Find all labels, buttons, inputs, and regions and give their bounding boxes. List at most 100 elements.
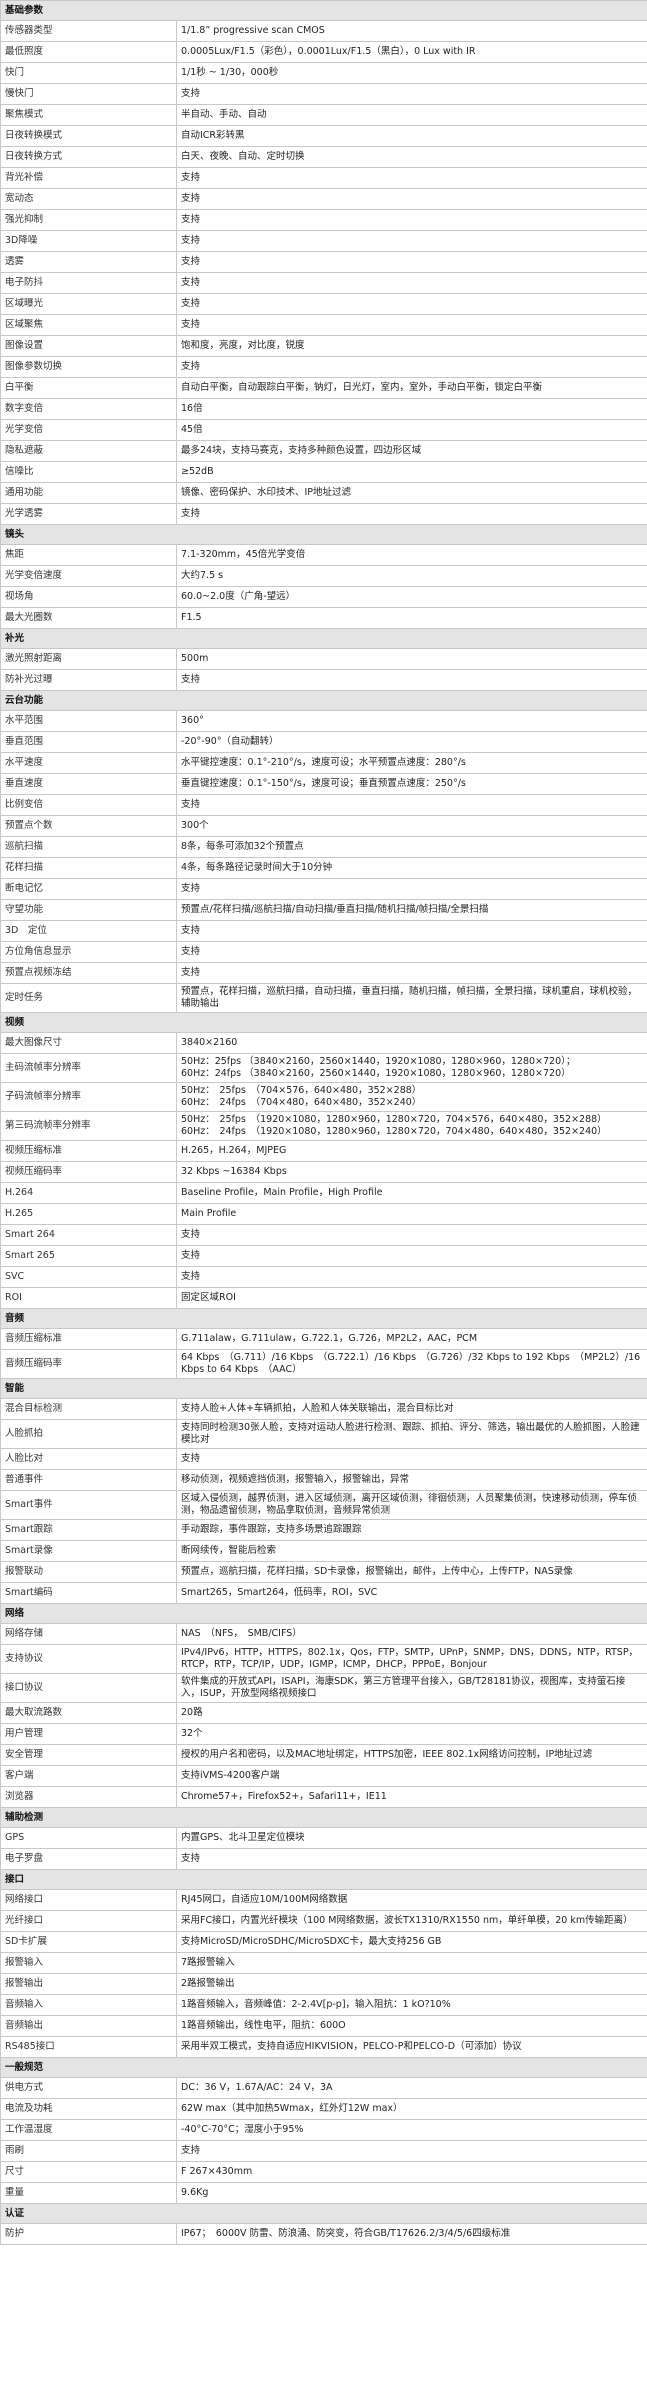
spec-row: 预置点个数 300个 (0, 815, 647, 837)
spec-table: 基础参数 传感器类型 1/1.8” progressive scan CMOS 最低照… (0, 0, 647, 2245)
spec-row: Smart录像 断网续传，智能后检索 (0, 1540, 647, 1562)
spec-row: 强光抑制 支持 (0, 209, 647, 231)
spec-label: 隐私遮蔽 (0, 440, 177, 462)
spec-label: 视频压缩标准 (0, 1140, 177, 1162)
spec-label: 信噪比 (0, 461, 177, 483)
spec-label: 人脸比对 (0, 1448, 177, 1470)
spec-row: 网络接口 RJ45网口，自适应10M/100M网络数据 (0, 1889, 647, 1911)
spec-value: 支持 (175, 920, 647, 942)
spec-value: 饱和度，亮度，对比度，锐度 (175, 335, 647, 357)
spec-value: IPv4/IPv6，HTTP，HTTPS，802.1x，Qos，FTP，SMTP… (175, 1644, 647, 1674)
spec-value: Chrome57+，Firefox52+，Safari11+，IE11 (175, 1786, 647, 1808)
section-header: 一般规范 (0, 2057, 647, 2078)
spec-row: 数字变倍 16倍 (0, 398, 647, 420)
spec-row: 守望功能 预置点/花样扫描/巡航扫描/自动扫描/垂直扫描/随机扫描/帧扫描/全景扫… (0, 899, 647, 921)
spec-value: 支持 (175, 1245, 647, 1267)
spec-row: 垂直范围 -20°-90°（自动翻转） (0, 731, 647, 753)
spec-label: 区域聚焦 (0, 314, 177, 336)
section-header: 智能 (0, 1378, 647, 1399)
spec-label: 光学变倍速度 (0, 565, 177, 587)
spec-value: 1/1.8” progressive scan CMOS (175, 20, 647, 42)
spec-label: 视频压缩码率 (0, 1161, 177, 1183)
spec-label: 电子罗盘 (0, 1848, 177, 1870)
spec-row: 日夜转换方式 白天、夜晚、自动、定时切换 (0, 146, 647, 168)
spec-label: 网络接口 (0, 1889, 177, 1911)
spec-label: 接口协议 (0, 1673, 177, 1703)
spec-value: ≥52dB (175, 461, 647, 483)
spec-label: 宽动态 (0, 188, 177, 210)
spec-row: 支持协议 IPv4/IPv6，HTTP，HTTPS，802.1x，Qos，FTP，… (0, 1644, 647, 1674)
spec-label: 3D降噪 (0, 230, 177, 252)
spec-value: 垂直键控速度：0.1°-150°/s，速度可设；垂直预置点速度：250°/s (175, 773, 647, 795)
spec-label: 垂直范围 (0, 731, 177, 753)
spec-value: 支持 (175, 167, 647, 189)
spec-row: 定时任务 预置点，花样扫描，巡航扫描，自动扫描，垂直扫描，随机扫描，帧扫描，全景扫… (0, 983, 647, 1013)
spec-label: 图像参数切换 (0, 356, 177, 378)
spec-row: 视频压缩标准 H.265，H.264，MJPEG (0, 1140, 647, 1162)
spec-label: 子码流帧率分辨率 (0, 1082, 177, 1112)
spec-label: 强光抑制 (0, 209, 177, 231)
spec-label: 焦距 (0, 544, 177, 566)
spec-value: 300个 (175, 815, 647, 837)
spec-value: 50Hz： 25fps （704×576，640×480，352×288） 60… (175, 1082, 647, 1112)
spec-value: 支持 (175, 251, 647, 273)
spec-row: 音频输出 1路音频输出，线性电平，阻抗：600O (0, 2015, 647, 2037)
spec-value: 支持 (175, 794, 647, 816)
spec-row: 最低照度 0.0005Lux/F1.5（彩色），0.0001Lux/F1.5（黑白… (0, 41, 647, 63)
spec-value: 大约7.5 s (175, 565, 647, 587)
section-header: 云台功能 (0, 690, 647, 711)
spec-label: 比例变倍 (0, 794, 177, 816)
spec-label: 混合目标检测 (0, 1398, 177, 1420)
spec-label: 传感器类型 (0, 20, 177, 42)
section-header: 辅助检测 (0, 1807, 647, 1828)
section-header: 补光 (0, 628, 647, 649)
spec-label: 支持协议 (0, 1644, 177, 1674)
spec-row: 花样扫描 4条，每条路径记录时间大于10分钟 (0, 857, 647, 879)
spec-label: H.264 (0, 1182, 177, 1204)
spec-row: 视场角 60.0~2.0度（广角-望远） (0, 586, 647, 608)
spec-value: 支持iVMS-4200客户端 (175, 1765, 647, 1787)
spec-row: 光学变倍速度 大约7.5 s (0, 565, 647, 587)
spec-value: 镜像、密码保护、水印技术、IP地址过滤 (175, 482, 647, 504)
spec-label: 激光照射距离 (0, 648, 177, 670)
spec-label: 透雾 (0, 251, 177, 273)
spec-label: 客户端 (0, 1765, 177, 1787)
spec-label: 快门 (0, 62, 177, 84)
spec-row: 焦距 7.1-320mm，45倍光学变倍 (0, 544, 647, 566)
spec-label: 报警输出 (0, 1973, 177, 1995)
spec-value: 20路 (175, 1702, 647, 1724)
spec-label: 主码流帧率分辨率 (0, 1053, 177, 1083)
spec-row: 尺寸 F 267×430mm (0, 2161, 647, 2183)
spec-label: 电子防抖 (0, 272, 177, 294)
spec-row: H.265 Main Profile (0, 1203, 647, 1225)
spec-row: 方位角信息显示 支持 (0, 941, 647, 963)
spec-row: Smart 265 支持 (0, 1245, 647, 1267)
section-title: 云台功能 (0, 690, 647, 711)
spec-label: 光学变倍 (0, 419, 177, 441)
spec-value: 半自动、手动、自动 (175, 104, 647, 126)
spec-row: 人脸抓拍 支持同时检测30张人脸，支持对运动人脸进行检测、跟踪、抓拍、评分、筛选，… (0, 1419, 647, 1449)
spec-row: 传感器类型 1/1.8” progressive scan CMOS (0, 20, 647, 42)
spec-row: 3D降噪 支持 (0, 230, 647, 252)
spec-label: 区域曝光 (0, 293, 177, 315)
spec-label: RS485接口 (0, 2036, 177, 2058)
section-header: 基础参数 (0, 0, 647, 21)
spec-label: 光学透雾 (0, 503, 177, 525)
section-title: 智能 (0, 1378, 647, 1399)
spec-label: SVC (0, 1266, 177, 1288)
spec-label: 音频输入 (0, 1994, 177, 2016)
spec-label: 方位角信息显示 (0, 941, 177, 963)
spec-label: 安全管理 (0, 1744, 177, 1766)
spec-label: 定时任务 (0, 983, 177, 1013)
spec-row: 最大光圈数 F1.5 (0, 607, 647, 629)
spec-value: 预置点，花样扫描，巡航扫描，自动扫描，垂直扫描，随机扫描，帧扫描，全景扫描，球机… (175, 983, 647, 1013)
spec-row: 激光照射距离 500m (0, 648, 647, 670)
spec-row: 报警联动 预置点，巡航扫描，花样扫描，SD卡录像，报警输出，邮件，上传中心，上传F… (0, 1561, 647, 1583)
spec-row: 安全管理 授权的用户名和密码，以及MAC地址绑定，HTTPS加密，IEEE 802… (0, 1744, 647, 1766)
spec-value: 60.0~2.0度（广角-望远） (175, 586, 647, 608)
spec-label: 最大图像尺寸 (0, 1032, 177, 1054)
spec-table-body: 基础参数 传感器类型 1/1.8” progressive scan CMOS 最低照… (0, 0, 647, 2245)
spec-value: Main Profile (175, 1203, 647, 1225)
spec-label: 音频输出 (0, 2015, 177, 2037)
section-header: 接口 (0, 1869, 647, 1890)
